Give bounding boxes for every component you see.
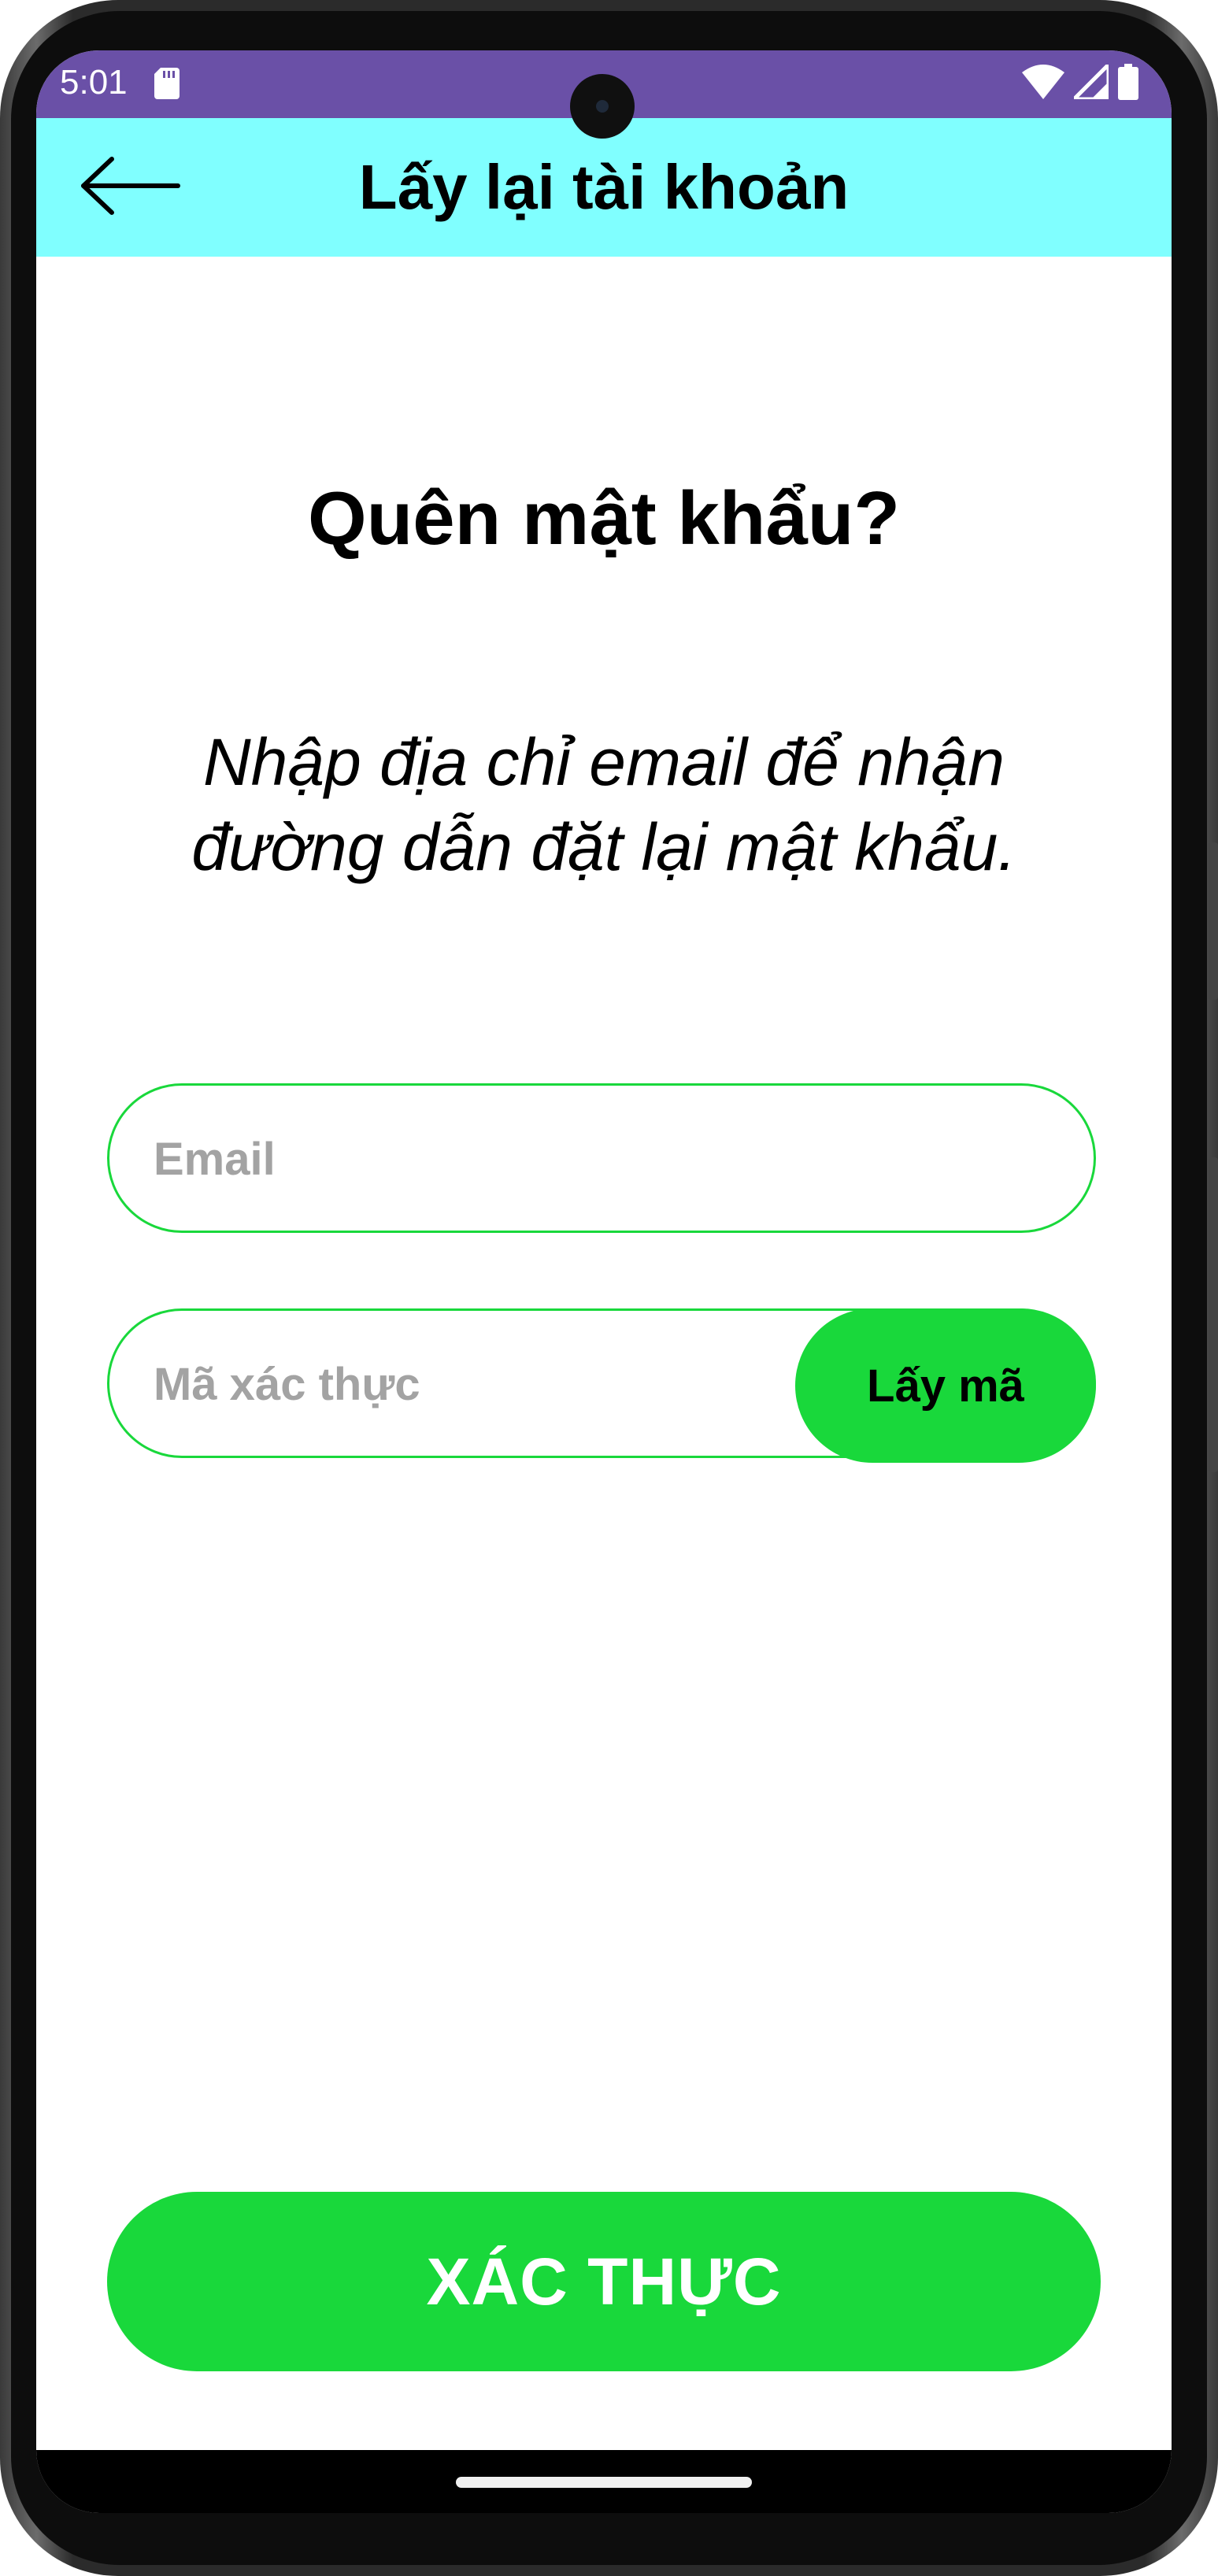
- verification-code-input[interactable]: [152, 1311, 753, 1457]
- back-button[interactable]: [71, 150, 189, 225]
- screen: 5:01 Lấy lại tài khoản Quên mật khẩu? Nh…: [36, 50, 1172, 2513]
- app-bar: Lấy lại tài khoản: [36, 118, 1172, 257]
- volume-button: [1209, 842, 1218, 1000]
- get-code-button[interactable]: Lấy mã: [795, 1308, 1096, 1463]
- cell-signal-icon: [1072, 62, 1111, 103]
- verification-code-field-container: Lấy mã: [107, 1308, 1096, 1463]
- forgot-password-heading: Quên mật khẩu?: [307, 476, 901, 561]
- wifi-icon: [1022, 64, 1064, 103]
- verify-button[interactable]: XÁC THỰC: [107, 2192, 1101, 2371]
- home-indicator[interactable]: [456, 2477, 752, 2488]
- email-input[interactable]: [152, 1086, 753, 1232]
- instruction-text: Nhập địa chỉ email để nhận đường dẫn đặt…: [191, 725, 1016, 884]
- front-camera: [570, 74, 635, 139]
- sd-card-icon: [154, 68, 180, 99]
- page-title: Lấy lại tài khoản: [358, 152, 850, 222]
- power-button: [1209, 1157, 1218, 1472]
- battery-icon: [1118, 63, 1138, 104]
- arrow-left-icon: [79, 154, 181, 221]
- status-time: 5:01: [60, 63, 128, 102]
- navigation-bar: [36, 2450, 1172, 2513]
- email-field-container: [107, 1083, 1096, 1233]
- phone-frame: 5:01 Lấy lại tài khoản Quên mật khẩu? Nh…: [0, 0, 1218, 2576]
